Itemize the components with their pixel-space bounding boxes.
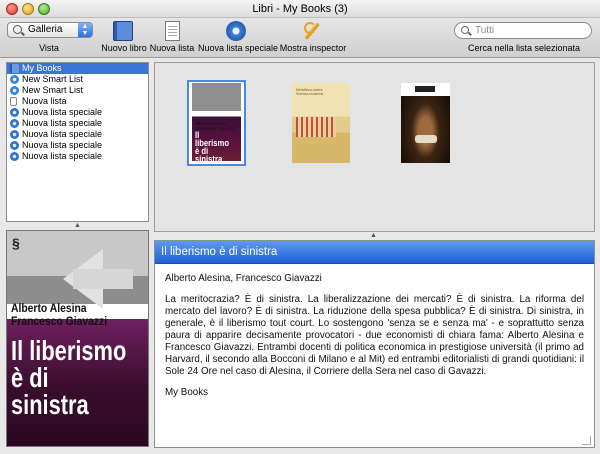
special-list-icon [10, 108, 19, 117]
detail-description: La meritocrazia? È di sinistra. La liber… [165, 294, 584, 377]
sidebar-item-label: Nuova lista speciale [22, 118, 103, 128]
sidebar-item-label: Nuova lista speciale [22, 151, 103, 161]
book-cover-portrait[interactable] [401, 83, 450, 163]
new-list-button-label[interactable]: Nuova lista [147, 43, 197, 53]
sidebar-item-special-list[interactable]: Nuova lista speciale [7, 140, 148, 151]
window-title: Libri - My Books (3) [252, 3, 348, 15]
sidebar-item-smart-list[interactable]: New Smart List [7, 74, 148, 85]
search-input[interactable]: Tutti [454, 22, 592, 39]
view-select-value: Galleria [28, 24, 63, 35]
resize-grip-icon[interactable] [582, 436, 591, 445]
sidebar-item-label: New Smart List [22, 74, 84, 84]
book-cover-metafisica[interactable]: Metafisica contra Scienza moderna [292, 83, 350, 163]
new-special-list-button-label[interactable]: Nuova lista speciale [198, 43, 278, 53]
sidebar-item-label: My Books [22, 63, 62, 73]
smart-list-icon [10, 86, 19, 95]
sidebar-item-smart-list[interactable]: New Smart List [7, 85, 148, 96]
preview-authors: Alberto Alesina Francesco Giavazzi [11, 303, 108, 328]
publisher-logo: § [12, 235, 20, 251]
new-book-icon[interactable] [113, 21, 133, 41]
detail-list-name: My Books [165, 387, 209, 398]
cover-arrow-graphic [73, 269, 133, 289]
split-handle-icon[interactable]: ▲ [74, 222, 81, 229]
special-list-icon [10, 141, 19, 150]
detail-title: Il liberismo è di sinistra [155, 241, 594, 264]
title-bar: Libri - My Books (3) [0, 0, 600, 18]
sidebar-item-my-books[interactable]: My Books [7, 63, 148, 74]
new-special-list-icon[interactable] [226, 21, 246, 41]
close-window-button[interactable] [6, 3, 18, 15]
preview-title: Il liberismo è di sinistra [11, 335, 127, 420]
search-placeholder: Tutti [475, 25, 495, 36]
sidebar-item-list[interactable]: Nuova lista [7, 96, 148, 107]
book-cover-liberismo[interactable]: Alberto Alesina Francesco Giavazzi Il lib… [192, 83, 241, 161]
books-icon [10, 64, 19, 73]
view-select[interactable]: Galleria ▲ ▼ [7, 22, 93, 38]
view-label: Vista [39, 43, 59, 53]
detail-authors: Alberto Alesina, Francesco Giavazzi [165, 273, 322, 284]
sidebar-item-special-list[interactable]: Nuova lista speciale [7, 151, 148, 162]
cover-text: Metafisica contra Scienza moderna [296, 88, 324, 96]
special-list-icon [10, 130, 19, 139]
minimize-window-button[interactable] [22, 3, 34, 15]
chevron-updown-icon: ▲ ▼ [78, 23, 92, 37]
special-list-icon [10, 152, 19, 161]
cover-preview: § Alberto Alesina Francesco Giavazzi Il l… [6, 230, 149, 447]
show-inspector-button-label[interactable]: Mostra inspector [279, 43, 347, 53]
list-icon [10, 97, 17, 106]
sidebar-item-label: Nuova lista speciale [22, 107, 103, 117]
search-icon [461, 26, 469, 34]
cover-title: Il liberismo è di sinistra [195, 130, 230, 162]
cover-title-band [401, 83, 450, 96]
sidebar-item-special-list[interactable]: Nuova lista speciale [7, 107, 148, 118]
cover-artwork [415, 135, 437, 143]
sidebar-item-label: New Smart List [22, 85, 84, 95]
split-handle-icon[interactable]: ▲ [370, 232, 377, 239]
zoom-window-button[interactable] [38, 3, 50, 15]
sidebar-list: My Books New Smart List New Smart List N… [6, 62, 149, 222]
sidebar-item-special-list[interactable]: Nuova lista speciale [7, 129, 148, 140]
search-icon [13, 25, 22, 34]
new-book-button-label[interactable]: Nuovo libro [96, 43, 152, 53]
search-label: Cerca nella lista selezionata [467, 43, 581, 53]
cover-artwork [296, 117, 336, 137]
new-list-icon[interactable] [165, 21, 180, 41]
sidebar-item-special-list[interactable]: Nuova lista speciale [7, 118, 148, 129]
smart-list-icon [10, 75, 19, 84]
sidebar-item-label: Nuova lista speciale [22, 140, 103, 150]
special-list-icon [10, 119, 19, 128]
sidebar-item-label: Nuova lista speciale [22, 129, 103, 139]
toolbar: Galleria ▲ ▼ Vista Nuovo libro Nuova list… [0, 18, 600, 58]
wrench-icon[interactable] [302, 21, 322, 41]
cover-authors: Alberto Alesina Francesco Giavazzi [195, 121, 235, 131]
sidebar-item-label: Nuova lista [22, 96, 67, 106]
book-gallery: Alberto Alesina Francesco Giavazzi Il lib… [154, 62, 595, 232]
book-detail-pane: Il liberismo è di sinistra Alberto Alesi… [154, 240, 595, 448]
